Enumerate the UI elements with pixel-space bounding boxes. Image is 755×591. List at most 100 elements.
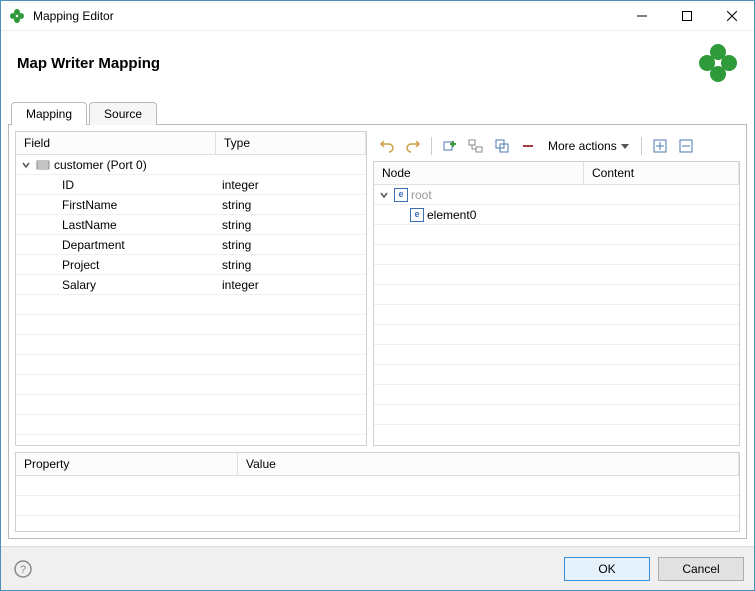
table-row bbox=[16, 335, 366, 355]
table-row[interactable]: Departmentstring bbox=[16, 235, 366, 255]
expand-all-button[interactable] bbox=[648, 135, 672, 157]
table-row bbox=[374, 245, 739, 265]
dialog-header: Map Writer Mapping bbox=[1, 31, 754, 101]
page-title: Map Writer Mapping bbox=[17, 55, 160, 72]
column-header-content[interactable]: Content bbox=[584, 162, 739, 185]
tab-label: Source bbox=[104, 107, 142, 121]
table-row bbox=[374, 305, 739, 325]
element-icon: e bbox=[394, 188, 408, 202]
titlebar: Mapping Editor bbox=[1, 1, 754, 31]
column-header-node[interactable]: Node bbox=[374, 162, 584, 185]
column-header-property[interactable]: Property bbox=[16, 453, 238, 476]
field-type: integer bbox=[216, 278, 366, 292]
table-row[interactable]: e element0 bbox=[374, 205, 739, 225]
chevron-down-icon bbox=[621, 144, 629, 149]
maximize-button[interactable] bbox=[664, 1, 709, 30]
minimize-button[interactable] bbox=[619, 1, 664, 30]
split-panes: Field Type custo bbox=[15, 131, 740, 446]
root-label: customer (Port 0) bbox=[54, 158, 147, 172]
nodes-table[interactable]: Node Content e root bbox=[373, 161, 740, 446]
button-label: Cancel bbox=[682, 562, 719, 576]
element-icon: e bbox=[410, 208, 424, 222]
table-row bbox=[16, 375, 366, 395]
tab-source[interactable]: Source bbox=[89, 102, 157, 125]
column-header-type[interactable]: Type bbox=[216, 132, 366, 155]
table-row[interactable]: LastNamestring bbox=[16, 215, 366, 235]
close-button[interactable] bbox=[709, 1, 754, 30]
column-header-field[interactable]: Field bbox=[16, 132, 216, 155]
fields-table-header: Field Type bbox=[16, 132, 366, 155]
table-row bbox=[16, 315, 366, 335]
fields-pane: Field Type custo bbox=[15, 131, 367, 446]
node-root-label: root bbox=[411, 188, 432, 202]
table-row bbox=[16, 295, 366, 315]
separator bbox=[431, 137, 432, 155]
table-row bbox=[374, 365, 739, 385]
table-row bbox=[16, 496, 739, 516]
field-type: string bbox=[216, 238, 366, 252]
table-row[interactable]: Salaryinteger bbox=[16, 275, 366, 295]
tree-root-row[interactable]: customer (Port 0) bbox=[16, 155, 366, 175]
nodes-toolbar: More actions bbox=[373, 131, 740, 161]
help-button[interactable]: ? bbox=[11, 557, 35, 581]
table-row[interactable]: FirstNamestring bbox=[16, 195, 366, 215]
tab-label: Mapping bbox=[26, 107, 72, 121]
tab-strip: Mapping Source bbox=[1, 102, 754, 125]
table-row bbox=[374, 405, 739, 425]
field-name: FirstName bbox=[16, 198, 216, 212]
table-row bbox=[16, 476, 739, 496]
table-row bbox=[374, 285, 739, 305]
properties-body bbox=[16, 476, 739, 531]
add-sibling-button[interactable] bbox=[490, 135, 514, 157]
table-row bbox=[16, 415, 366, 435]
ok-button[interactable]: OK bbox=[564, 557, 650, 581]
add-node-button[interactable] bbox=[438, 135, 462, 157]
table-row bbox=[16, 355, 366, 375]
table-row bbox=[374, 225, 739, 245]
nodes-table-body: e root e element0 bbox=[374, 185, 739, 445]
column-header-value[interactable]: Value bbox=[238, 453, 739, 476]
properties-header: Property Value bbox=[16, 453, 739, 476]
table-row bbox=[374, 345, 739, 365]
add-child-button[interactable] bbox=[464, 135, 488, 157]
field-type: integer bbox=[216, 178, 366, 192]
field-name: Project bbox=[16, 258, 216, 272]
dialog-footer: ? OK Cancel bbox=[1, 546, 754, 590]
properties-table[interactable]: Property Value bbox=[15, 452, 740, 532]
remove-button[interactable] bbox=[516, 135, 540, 157]
fields-table[interactable]: Field Type custo bbox=[15, 131, 367, 446]
button-label: OK bbox=[598, 562, 615, 576]
table-row bbox=[374, 385, 739, 405]
more-actions-dropdown[interactable]: More actions bbox=[542, 135, 635, 157]
field-type: string bbox=[216, 218, 366, 232]
tree-root-row[interactable]: e root bbox=[374, 185, 739, 205]
port-icon bbox=[36, 158, 50, 172]
nodes-pane: More actions Node Content bbox=[373, 131, 740, 446]
window: Mapping Editor Map Writer Mapping Mappin… bbox=[0, 0, 755, 591]
field-name: LastName bbox=[16, 218, 216, 232]
field-name: Salary bbox=[16, 278, 216, 292]
fields-table-body: customer (Port 0) IDinteger FirstNamestr… bbox=[16, 155, 366, 445]
chevron-down-icon[interactable] bbox=[378, 189, 390, 201]
clover-logo-icon bbox=[698, 43, 738, 83]
field-name: ID bbox=[16, 178, 216, 192]
undo-button[interactable] bbox=[375, 135, 399, 157]
cancel-button[interactable]: Cancel bbox=[658, 557, 744, 581]
table-row bbox=[374, 265, 739, 285]
node-label: element0 bbox=[427, 208, 476, 222]
table-row[interactable]: IDinteger bbox=[16, 175, 366, 195]
collapse-all-button[interactable] bbox=[674, 135, 698, 157]
redo-button[interactable] bbox=[401, 135, 425, 157]
tab-mapping[interactable]: Mapping bbox=[11, 102, 87, 125]
mapping-content: Field Type custo bbox=[8, 124, 747, 539]
field-type: string bbox=[216, 198, 366, 212]
chevron-down-icon[interactable] bbox=[20, 159, 32, 171]
nodes-table-header: Node Content bbox=[374, 162, 739, 185]
table-row bbox=[16, 395, 366, 415]
svg-text:?: ? bbox=[20, 564, 26, 576]
table-row[interactable]: Projectstring bbox=[16, 255, 366, 275]
separator bbox=[641, 137, 642, 155]
more-actions-label: More actions bbox=[548, 139, 617, 153]
field-name: Department bbox=[16, 238, 216, 252]
table-row bbox=[374, 325, 739, 345]
